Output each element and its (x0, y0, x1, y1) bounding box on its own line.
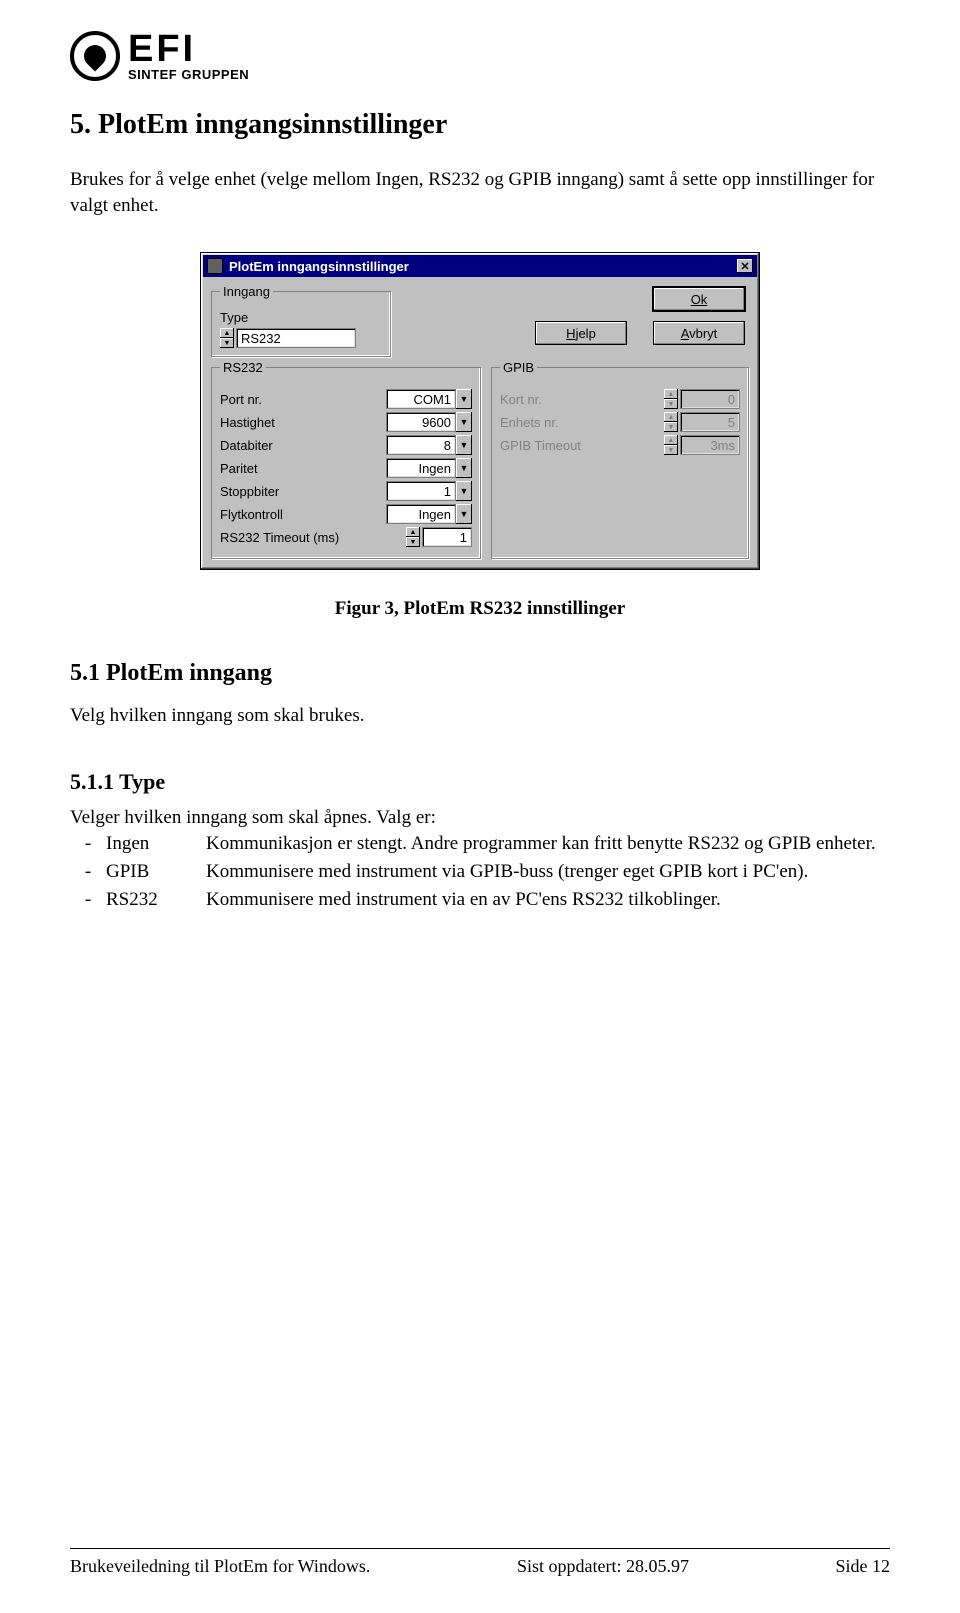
chevron-up-icon: ▲ (664, 435, 678, 445)
legend-gpib: GPIB (500, 360, 537, 375)
chevron-down-icon: ▼ (220, 338, 234, 348)
chevron-down-icon: ▼ (456, 412, 472, 432)
chevron-up-icon: ▲ (664, 389, 678, 399)
port-value: COM1 (413, 392, 451, 407)
legend-inngang: Inngang (220, 284, 273, 299)
chevron-up-icon: ▲ (664, 412, 678, 422)
cancel-u: A (681, 326, 689, 341)
ok-button[interactable]: Ok (653, 287, 745, 311)
port-dropdown[interactable]: COM1 ▼ (386, 389, 472, 409)
rs232-timeout-value: 1 (460, 530, 467, 545)
option-key: GPIB (106, 859, 206, 885)
type-spinner[interactable]: ▲ ▼ (220, 328, 234, 348)
enhets-nr-spinner: ▲▼ 5 (664, 412, 740, 432)
paritet-dropdown[interactable]: Ingen ▼ (386, 458, 472, 478)
help-button[interactable]: Hjelp (535, 321, 627, 345)
label-enhets-nr: Enhets nr. (500, 415, 559, 430)
chevron-down-icon: ▼ (664, 399, 678, 409)
help-rest: jelp (576, 326, 596, 341)
flytkontroll-dropdown[interactable]: Ingen ▼ (386, 504, 472, 524)
dialog-titlebar: PlotEm inngangsinnstillinger ✕ (203, 255, 757, 277)
chevron-down-icon: ▼ (664, 422, 678, 432)
chevron-down-icon: ▼ (456, 504, 472, 524)
section-paragraph: Velg hvilken inngang som skal brukes. (70, 705, 890, 727)
label-hastighet: Hastighet (220, 415, 275, 430)
rs232-timeout-spinner[interactable]: ▲▼ 1 (406, 527, 472, 547)
footer-mid: Sist oppdatert: 28.05.97 (517, 1556, 689, 1577)
group-rs232: RS232 Port nr. COM1▼ Hastighet 9600▼ Dat… (211, 367, 481, 559)
chevron-down-icon: ▼ (456, 435, 472, 455)
type-options-list: -IngenKommunikasjon er stengt. Andre pro… (70, 831, 890, 912)
kort-nr-spinner: ▲▼ 0 (664, 389, 740, 409)
heading-3: 5.1.1 Type (70, 769, 890, 795)
chevron-up-icon: ▲ (406, 527, 420, 537)
dialog-plotem-inngang: PlotEm inngangsinnstillinger ✕ Inngang T… (200, 252, 760, 570)
label-stoppbiter: Stoppbiter (220, 484, 279, 499)
hastighet-dropdown[interactable]: 9600 ▼ (386, 412, 472, 432)
option-key: RS232 (106, 887, 206, 913)
flytkontroll-value: Ingen (418, 507, 451, 522)
cancel-button[interactable]: Avbryt (653, 321, 745, 345)
list-item: -IngenKommunikasjon er stengt. Andre pro… (70, 831, 890, 857)
label-gpib-timeout: GPIB Timeout (500, 438, 581, 453)
option-key: Ingen (106, 831, 206, 857)
paritet-value: Ingen (418, 461, 451, 476)
footer-right: Side 12 (835, 1556, 890, 1577)
intro-paragraph: Brukes for å velge enhet (velge mellom I… (70, 167, 890, 218)
legend-rs232: RS232 (220, 360, 266, 375)
footer-divider (70, 1548, 890, 1549)
dialog-app-icon (207, 258, 223, 274)
label-type: Type (220, 310, 382, 325)
gpib-timeout-value: 3ms (710, 438, 735, 453)
heading-1: 5. PlotEm inngangsinnstillinger (70, 109, 890, 141)
label-kort-nr: Kort nr. (500, 392, 542, 407)
chevron-down-icon: ▼ (406, 537, 420, 547)
label-databiter: Databiter (220, 438, 273, 453)
list-item: -GPIBKommunisere med instrument via GPIB… (70, 859, 890, 885)
group-gpib: GPIB Kort nr. ▲▼ 0 Enhets nr. ▲▼ 5 GPIB … (491, 367, 749, 559)
label-rs232-timeout: RS232 Timeout (ms) (220, 530, 339, 545)
chevron-up-icon: ▲ (220, 328, 234, 338)
header-logo: EFI SINTEF GRUPPEN (70, 30, 890, 81)
logo-sintef: SINTEF GRUPPEN (128, 68, 249, 81)
type-field[interactable]: RS232 (236, 328, 356, 348)
stoppbiter-dropdown[interactable]: 1▼ (386, 481, 472, 501)
databiter-value: 8 (444, 438, 451, 453)
stoppbiter-value: 1 (444, 484, 451, 499)
group-inngang: Inngang Type ▲ ▼ RS232 (211, 291, 391, 357)
help-u: H (566, 326, 575, 341)
option-desc: Kommunisere med instrument via GPIB-buss… (206, 859, 890, 885)
page-footer: Brukeveiledning til PlotEm for Windows. … (70, 1556, 890, 1577)
option-desc: Kommunikasjon er stengt. Andre programme… (206, 831, 890, 857)
label-flytkontroll: Flytkontroll (220, 507, 283, 522)
kort-nr-value: 0 (728, 392, 735, 407)
footer-left: Brukeveiledning til PlotEm for Windows. (70, 1556, 370, 1577)
label-paritet: Paritet (220, 461, 258, 476)
list-item: -RS232Kommunisere med instrument via en … (70, 887, 890, 913)
heading-2: 5.1 PlotEm inngang (70, 660, 890, 687)
option-desc: Kommunisere med instrument via en av PC'… (206, 887, 890, 913)
list-intro: Velger hvilken inngang som skal åpnes. V… (70, 807, 890, 829)
close-icon: ✕ (740, 260, 749, 273)
chevron-down-icon: ▼ (456, 458, 472, 478)
hastighet-value: 9600 (422, 415, 451, 430)
cancel-rest: vbryt (689, 326, 717, 341)
chevron-down-icon: ▼ (456, 389, 472, 409)
label-port: Port nr. (220, 392, 262, 407)
type-value: RS232 (241, 331, 281, 346)
chevron-down-icon: ▼ (664, 445, 678, 455)
figure-caption: Figur 3, PlotEm RS232 innstillinger (70, 598, 890, 620)
enhets-nr-value: 5 (728, 415, 735, 430)
gpib-timeout-spinner: ▲▼ 3ms (664, 435, 740, 455)
dialog-title: PlotEm inngangsinnstillinger (229, 259, 409, 274)
logo-efi: EFI (128, 30, 249, 68)
close-button[interactable]: ✕ (737, 259, 753, 273)
ok-label: Ok (691, 292, 708, 307)
logo-icon (70, 31, 120, 81)
databiter-dropdown[interactable]: 8▼ (386, 435, 472, 455)
chevron-down-icon: ▼ (456, 481, 472, 501)
